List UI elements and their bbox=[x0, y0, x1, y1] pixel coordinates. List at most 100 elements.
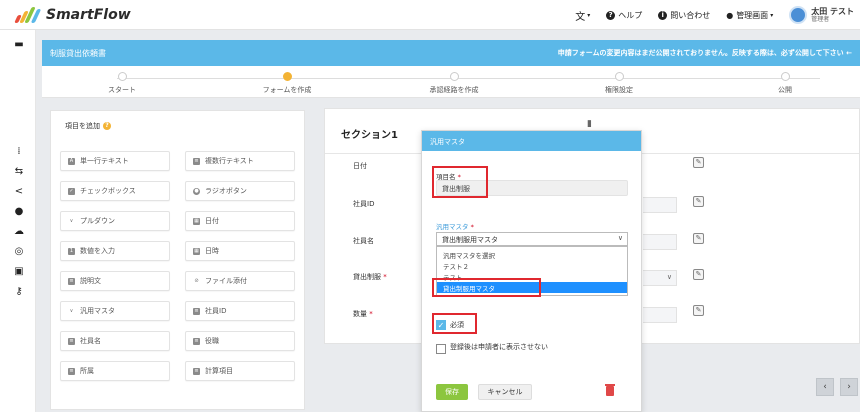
required-checkbox[interactable]: ✓ bbox=[436, 320, 446, 330]
key-icon[interactable]: ⚷ bbox=[14, 287, 24, 297]
add-employee-id[interactable]: ≡ 社員ID bbox=[185, 301, 295, 321]
left-rail: ▬ ⁞ ⇆ < ● ☁ ◎ ▣ ⚷ bbox=[0, 30, 36, 412]
user-name: 太田 テスト bbox=[811, 7, 854, 16]
description-icon: ≡ bbox=[68, 277, 75, 285]
chevron-down-icon: ∨ bbox=[617, 234, 623, 242]
hide-after-submit-checkbox[interactable] bbox=[436, 344, 446, 354]
step-create-form[interactable]: フォームを作成 bbox=[237, 72, 337, 95]
id-icon: ≡ bbox=[193, 307, 200, 315]
unpublished-notice: 申請フォームの変更内容はまだ公開されておりません。反映する際は、必ず公開して下さ… bbox=[557, 49, 852, 57]
admin-menu[interactable]: ● 管理画面 ▾ bbox=[726, 10, 773, 21]
dropdown-option[interactable]: 汎用マスタを選択 bbox=[437, 249, 627, 260]
progress-steps: スタート フォームを作成 承認経路を作成 権限設定 公開 bbox=[42, 66, 860, 98]
avatar bbox=[789, 6, 808, 24]
chevron-icon: ∨ bbox=[69, 217, 74, 224]
next-page-button[interactable]: › bbox=[840, 378, 858, 396]
add-file-attachment[interactable]: ⊘ ファイル添付 bbox=[185, 271, 295, 291]
admin-label: 管理画面 bbox=[736, 10, 769, 20]
field-name-input[interactable]: 貸出制服 bbox=[436, 180, 628, 196]
edit-icon[interactable]: ✎ bbox=[693, 196, 704, 207]
add-dropdown[interactable]: ∨ プルダウン bbox=[60, 211, 170, 231]
help-icon[interactable]: ? bbox=[103, 122, 111, 130]
required-checkbox-label: 必須 bbox=[450, 321, 464, 329]
help-label: ヘルプ bbox=[618, 10, 643, 20]
department-icon: ≡ bbox=[68, 367, 75, 375]
cancel-button[interactable]: キャンセル bbox=[478, 384, 532, 400]
field-label-employee-id: 社員ID bbox=[353, 200, 375, 208]
add-number[interactable]: 1 数値を入力 bbox=[60, 241, 170, 261]
step-approval-route[interactable]: 承認経路を作成 bbox=[404, 72, 504, 95]
add-description[interactable]: ≡ 説明文 bbox=[60, 271, 170, 291]
prev-page-button[interactable]: ‹ bbox=[816, 378, 834, 396]
add-checkbox[interactable]: ✓ チェックボックス bbox=[60, 181, 170, 201]
help-link[interactable]: ? ヘルプ bbox=[606, 10, 642, 21]
add-radio-button[interactable]: ● ラジオボタン bbox=[185, 181, 295, 201]
field-label-employee-name: 社員名 bbox=[353, 237, 374, 245]
dropdown-option-selected[interactable]: 貸出制服用マスタ bbox=[437, 282, 627, 293]
edit-icon[interactable]: ✎ bbox=[693, 269, 704, 280]
add-multi-line-text[interactable]: ≡ 複数行テキスト bbox=[185, 151, 295, 171]
add-general-master[interactable]: ∨ 汎用マスタ bbox=[60, 301, 170, 321]
add-item-panel: 項目を追加 ? A 単一行テキスト ≡ 複数行テキスト ✓ チェックボックス ● ラジオ… bbox=[50, 110, 305, 410]
add-date[interactable]: ▦ 日付 bbox=[185, 211, 295, 231]
app-logo[interactable]: SmartFlow bbox=[14, 6, 131, 24]
master-label: 汎用マスタ * bbox=[436, 223, 474, 231]
step-publish[interactable]: 公開 bbox=[735, 72, 835, 95]
datetime-icon: ▦ bbox=[193, 247, 200, 255]
language-menu[interactable]: 文 ▾ bbox=[575, 8, 590, 23]
edit-icon[interactable]: ✎ bbox=[693, 157, 704, 168]
step-permissions[interactable]: 権限設定 bbox=[569, 72, 669, 95]
chevron-down-icon: ▾ bbox=[770, 11, 774, 19]
section-delete-icon[interactable]: ▮ bbox=[587, 119, 592, 129]
master-dropdown: 汎用マスタを選択 テスト２ テスト 貸出制服用マスタ bbox=[436, 246, 628, 296]
quantity-input[interactable] bbox=[643, 307, 677, 323]
save-button[interactable]: 保存 bbox=[436, 384, 468, 400]
multiline-icon: ≡ bbox=[193, 157, 200, 165]
step-dot-icon bbox=[117, 72, 127, 81]
master-select[interactable]: 貸出制服用マスタ ∨ bbox=[436, 232, 628, 246]
add-calculation[interactable]: ≡ 計算項目 bbox=[185, 361, 295, 381]
add-item-title: 項目を追加 ? bbox=[65, 121, 111, 131]
employee-id-input[interactable] bbox=[643, 197, 677, 213]
section-title: セクション1 bbox=[341, 130, 398, 141]
add-single-line-text[interactable]: A 単一行テキスト bbox=[60, 151, 170, 171]
step-dot-icon bbox=[614, 72, 624, 81]
hide-after-submit-label: 登録後は申請者に表示させない bbox=[450, 343, 548, 351]
edit-icon[interactable]: ✎ bbox=[693, 305, 704, 316]
users-icon[interactable]: ● bbox=[14, 207, 24, 217]
general-master-dialog: 汎用マスタ 項目名 * 貸出制服 汎用マスタ * 貸出制服用マスタ ∨ 汎用マス… bbox=[421, 130, 642, 412]
chevron-icon: ∨ bbox=[69, 307, 74, 314]
step-start[interactable]: スタート bbox=[72, 72, 172, 95]
user-role: 管理者 bbox=[811, 16, 830, 23]
edit-icon[interactable]: ✎ bbox=[693, 233, 704, 244]
dropdown-option[interactable]: テスト２ bbox=[437, 260, 627, 271]
brand-name: SmartFlow bbox=[46, 7, 131, 23]
cloud-upload-icon[interactable]: ☁ bbox=[14, 227, 24, 237]
dropdown-option[interactable]: テスト bbox=[437, 271, 627, 282]
top-bar: SmartFlow 文 ▾ ? ヘルプ i 問い合わせ ● 管理画面 ▾ 太田 … bbox=[0, 0, 860, 30]
form-header: 制服貸出依頼書 申請フォームの変更内容はまだ公開されておりません。反映する際は、… bbox=[42, 40, 860, 66]
add-datetime[interactable]: ▦ 日時 bbox=[185, 241, 295, 261]
uniform-select[interactable]: ∨ bbox=[643, 270, 677, 286]
wallet-icon[interactable]: ▬ bbox=[14, 40, 24, 50]
add-department[interactable]: ≡ 所属 bbox=[60, 361, 170, 381]
employee-name-input[interactable] bbox=[643, 234, 677, 250]
lock-icon[interactable]: ▣ bbox=[14, 267, 24, 277]
grid-icon[interactable]: ⁞ bbox=[14, 147, 24, 157]
position-icon: ≡ bbox=[193, 337, 200, 345]
info-icon: i bbox=[658, 10, 668, 20]
globe-icon[interactable]: ◎ bbox=[14, 247, 24, 257]
user-menu[interactable]: 太田 テスト 管理者 bbox=[789, 6, 854, 24]
step-dot-icon bbox=[780, 72, 790, 81]
share-icon[interactable]: < bbox=[14, 187, 24, 197]
name-icon: ≡ bbox=[68, 337, 75, 345]
contact-link[interactable]: i 問い合わせ bbox=[658, 10, 710, 21]
trash-icon[interactable] bbox=[605, 384, 615, 396]
user-icon: ● bbox=[726, 10, 734, 20]
add-position[interactable]: ≡ 役職 bbox=[185, 331, 295, 351]
help-icon: ? bbox=[606, 10, 616, 20]
route-icon[interactable]: ⇆ bbox=[14, 167, 24, 177]
field-label-date: 日付 bbox=[353, 162, 367, 170]
add-employee-name[interactable]: ≡ 社員名 bbox=[60, 331, 170, 351]
step-dot-icon bbox=[282, 72, 292, 81]
